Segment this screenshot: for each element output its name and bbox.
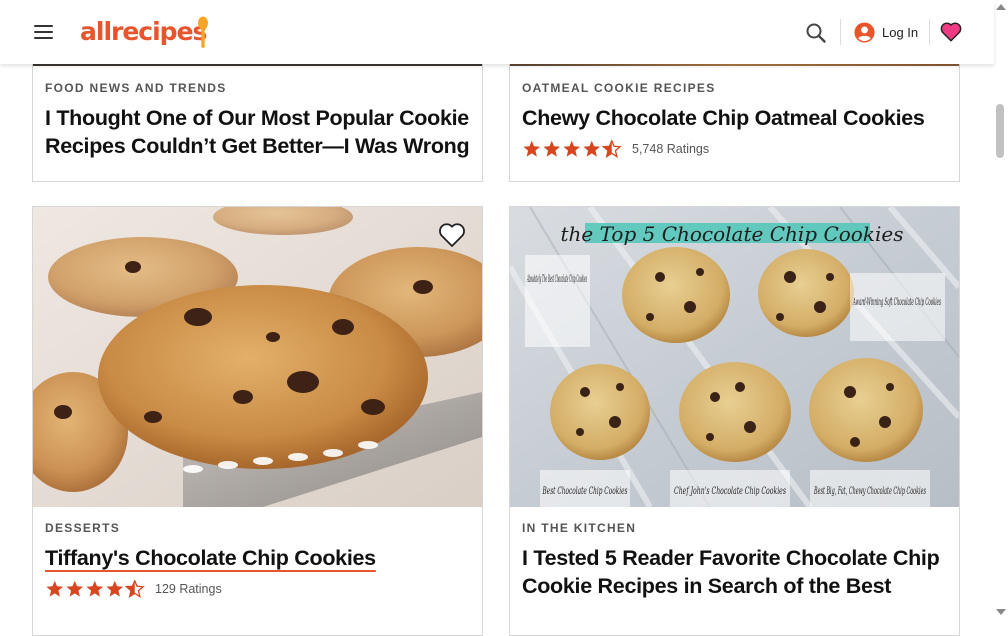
- card-image: [33, 207, 482, 507]
- card-category: OATMEAL COOKIE RECIPES: [522, 81, 716, 95]
- star-icon: [523, 140, 541, 157]
- star-icon: [563, 140, 581, 157]
- article-card[interactable]: the Top 5 Chocolate Chip Cookies Absolut…: [509, 206, 960, 636]
- card-category: FOOD NEWS AND TRENDS: [45, 81, 227, 95]
- star-icon: [543, 140, 561, 157]
- rating: 129 Ratings: [45, 579, 470, 599]
- top-five-cookies-photo: the Top 5 Chocolate Chip Cookies Absolut…: [510, 207, 959, 507]
- site-logo[interactable]: allrecipes: [80, 14, 208, 50]
- scrollbar-thumb[interactable]: [996, 104, 1004, 158]
- image-label: Chef John's Chocolate Chip Cookies: [674, 486, 786, 497]
- card-title[interactable]: Tiffany's Chocolate Chip Cookies: [45, 545, 470, 573]
- star-rating: [522, 139, 622, 158]
- card-title[interactable]: I Thought One of Our Most Popular Cookie…: [45, 105, 470, 160]
- card-title[interactable]: I Tested 5 Reader Favorite Chocolate Chi…: [522, 545, 947, 600]
- rating-count: 5,748 Ratings: [632, 141, 710, 156]
- menu-icon[interactable]: [34, 24, 54, 40]
- image-label: Best Chocolate Chip Cookies: [542, 486, 628, 497]
- search-icon[interactable]: [805, 22, 827, 44]
- star-rating: [45, 579, 145, 598]
- image-label: Best Big, Fat, Chewy Chocolate Chip Cook…: [814, 486, 926, 497]
- scroll-down-arrow-icon[interactable]: [996, 609, 1006, 615]
- card-title[interactable]: Chewy Chocolate Chip Oatmeal Cookies: [522, 105, 947, 133]
- login-button[interactable]: Log In: [854, 21, 918, 43]
- star-icon: [46, 580, 64, 597]
- rating-count: 129 Ratings: [155, 581, 222, 596]
- star-icon: [106, 580, 124, 597]
- page-scrollbar[interactable]: [994, 0, 1008, 621]
- banner-text: the Top 5 Chocolate Chip Cookies: [561, 222, 904, 246]
- half-star-icon: [125, 579, 145, 598]
- account-icon: [854, 21, 875, 43]
- card-image: the Top 5 Chocolate Chip Cookies Absolut…: [510, 207, 959, 507]
- saved-recipes-heart-icon[interactable]: [940, 21, 962, 43]
- image-label: Award-Winning Soft Chocolate Chip Cookie…: [853, 297, 941, 308]
- card-category: DESSERTS: [45, 521, 121, 535]
- star-icon: [583, 140, 601, 157]
- spoon-icon: [198, 16, 208, 48]
- rating: 5,748 Ratings: [522, 139, 947, 159]
- login-label: Log In: [882, 24, 919, 40]
- star-icon: [66, 580, 84, 597]
- cookie-photo: [33, 207, 482, 507]
- star-icon: [86, 580, 104, 597]
- image-label: Absolutely The Best Chocolate Chip Cooki…: [527, 274, 587, 285]
- card-category: IN THE KITCHEN: [522, 521, 637, 535]
- half-star-icon: [602, 139, 622, 158]
- header-divider: [840, 19, 841, 45]
- save-heart-icon[interactable]: [438, 221, 466, 249]
- logo-text: allrecipes: [80, 17, 207, 46]
- scroll-up-arrow-icon[interactable]: [996, 4, 1006, 10]
- recipe-card[interactable]: DESSERTS Tiffany's Chocolate Chip Cookie…: [32, 206, 483, 636]
- site-header: allrecipes Log In: [0, 0, 994, 64]
- header-divider: [929, 19, 930, 45]
